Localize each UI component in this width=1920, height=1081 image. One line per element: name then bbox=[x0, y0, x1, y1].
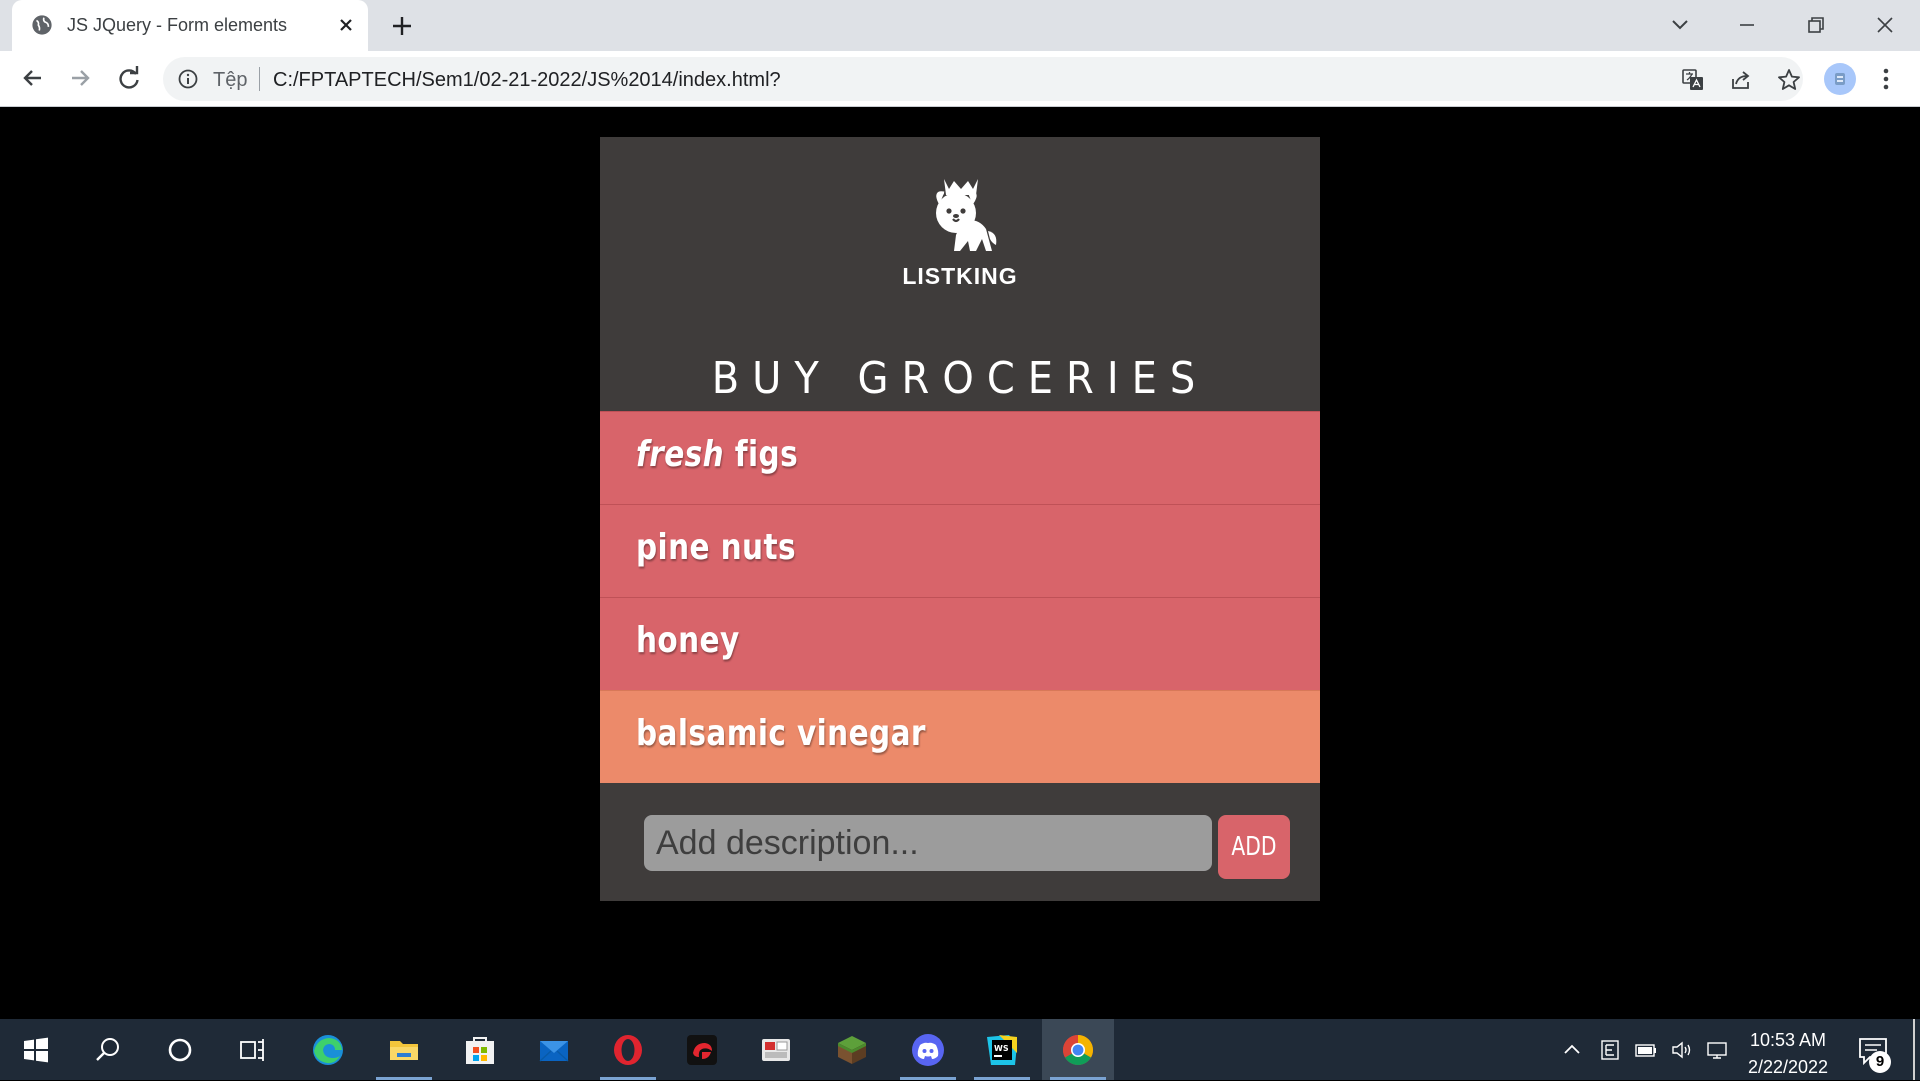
close-window-icon[interactable] bbox=[1870, 10, 1900, 40]
chrome-icon bbox=[1062, 1035, 1094, 1066]
file-explorer-icon bbox=[390, 1041, 418, 1060]
garena-icon bbox=[687, 1035, 717, 1065]
list-item[interactable]: pine nuts bbox=[600, 504, 1320, 597]
clock-time: 10:53 AM bbox=[1749, 1030, 1827, 1050]
taskbar-cortana[interactable] bbox=[144, 1019, 216, 1080]
url-text[interactable]: C:/FPTAPTECH/Sem1/02-21-2022/JS%2014/ind… bbox=[273, 69, 781, 92]
taskbar-task-view[interactable] bbox=[216, 1019, 288, 1080]
taskbar-store[interactable] bbox=[444, 1019, 516, 1080]
task-view-icon bbox=[240, 1039, 264, 1061]
info-icon[interactable] bbox=[177, 68, 199, 90]
taskbar-webstorm[interactable]: WS bbox=[966, 1019, 1038, 1080]
svg-text:WS: WS bbox=[994, 1044, 1009, 1053]
omnibox-divider bbox=[259, 67, 260, 91]
restore-icon[interactable] bbox=[1801, 10, 1831, 40]
browser-toolbar: Tệp C:/FPTAPTECH/Sem1/02-21-2022/JS%2014… bbox=[0, 51, 1920, 107]
taskbar-chrome[interactable] bbox=[1042, 1019, 1114, 1080]
logo-text: LISTKING bbox=[902, 263, 1018, 289]
list-item-label: pine nuts bbox=[636, 527, 796, 568]
minimize-icon[interactable] bbox=[1732, 10, 1762, 40]
notification-count-badge: 9 bbox=[1869, 1051, 1891, 1073]
share-icon[interactable] bbox=[1728, 67, 1754, 93]
start-icon bbox=[24, 1037, 48, 1063]
list-item-label: honey bbox=[636, 620, 740, 661]
taskbar-unikey[interactable] bbox=[740, 1019, 812, 1080]
add-item-form: ADD bbox=[600, 783, 1320, 901]
list-item-label: balsamic vinegar bbox=[636, 713, 926, 754]
discord-icon bbox=[912, 1034, 944, 1066]
translate-icon[interactable] bbox=[1680, 67, 1706, 93]
tab-search-icon[interactable] bbox=[1665, 10, 1695, 40]
scheme-label: Tệp bbox=[213, 69, 248, 91]
mail-icon bbox=[539, 1041, 569, 1062]
taskbar-mail[interactable] bbox=[518, 1019, 590, 1080]
address-bar[interactable]: Tệp C:/FPTAPTECH/Sem1/02-21-2022/JS%2014… bbox=[163, 57, 1803, 101]
back-icon[interactable] bbox=[17, 63, 47, 93]
taskbar-discord[interactable] bbox=[892, 1019, 964, 1080]
taskbar-search[interactable] bbox=[72, 1019, 144, 1080]
more-menu-icon[interactable] bbox=[1874, 63, 1898, 95]
edge-icon bbox=[313, 1035, 343, 1065]
bookmark-star-icon[interactable] bbox=[1776, 67, 1802, 93]
tab-strip: JS JQuery - Form elements bbox=[0, 0, 1920, 51]
taskbar-minecraft[interactable] bbox=[816, 1019, 888, 1080]
grocery-list: fresh figs pine nuts honey balsamic vine… bbox=[600, 411, 1320, 783]
chevron-up-icon[interactable] bbox=[1560, 1038, 1584, 1062]
reload-icon[interactable] bbox=[114, 63, 144, 93]
network-icon[interactable] bbox=[1706, 1038, 1730, 1062]
add-button[interactable]: ADD bbox=[1218, 815, 1290, 879]
description-input[interactable] bbox=[644, 815, 1212, 871]
lion-logo-icon bbox=[936, 179, 997, 251]
windows-taskbar: WS 10:53 AM 2/22/2022 9 bbox=[0, 1019, 1920, 1080]
globe-icon bbox=[32, 15, 52, 35]
taskbar-file-explorer[interactable] bbox=[368, 1019, 440, 1080]
input-language-icon[interactable] bbox=[1598, 1038, 1622, 1062]
volume-icon[interactable] bbox=[1670, 1038, 1694, 1062]
list-item-completed[interactable]: balsamic vinegar bbox=[600, 690, 1320, 783]
app-header: LISTKING BUY GROCERIES bbox=[600, 137, 1320, 411]
cortana-icon bbox=[168, 1038, 192, 1062]
list-item-text: fresh figs bbox=[636, 434, 798, 475]
forward-icon[interactable] bbox=[66, 63, 96, 93]
list-item-label: figs bbox=[724, 434, 799, 475]
tab-title: JS JQuery - Form elements bbox=[67, 15, 288, 35]
clock-date: 2/22/2022 bbox=[1747, 1057, 1829, 1077]
taskbar-edge[interactable] bbox=[292, 1019, 364, 1080]
battery-icon[interactable] bbox=[1634, 1038, 1658, 1062]
taskbar-opera[interactable] bbox=[592, 1019, 664, 1080]
start-button[interactable] bbox=[0, 1019, 72, 1080]
minecraft-icon bbox=[838, 1036, 866, 1064]
profile-avatar[interactable] bbox=[1824, 63, 1856, 95]
taskbar-garena[interactable] bbox=[666, 1019, 738, 1080]
page-viewport: LISTKING BUY GROCERIES fresh figs pine n… bbox=[0, 107, 1920, 1019]
unikey-icon bbox=[762, 1039, 790, 1061]
browser-tab[interactable]: JS JQuery - Form elements bbox=[12, 0, 368, 51]
profile-icon bbox=[1835, 73, 1845, 85]
close-icon[interactable] bbox=[334, 13, 358, 37]
list-item[interactable]: honey bbox=[600, 597, 1320, 690]
system-clock[interactable]: 10:53 AM 2/22/2022 bbox=[1730, 1027, 1846, 1081]
add-button-label: ADD bbox=[1231, 832, 1277, 862]
list-title: BUY GROCERIES bbox=[711, 353, 1209, 404]
show-desktop-button[interactable] bbox=[1913, 1019, 1915, 1080]
store-icon bbox=[466, 1037, 494, 1064]
new-tab-icon[interactable] bbox=[388, 12, 416, 40]
search-icon bbox=[96, 1038, 119, 1061]
list-item-emphasis: fresh bbox=[636, 434, 725, 475]
listking-app: LISTKING BUY GROCERIES fresh figs pine n… bbox=[600, 137, 1320, 901]
list-item[interactable]: fresh figs bbox=[600, 411, 1320, 504]
opera-icon bbox=[614, 1035, 642, 1065]
webstorm-icon: WS bbox=[987, 1035, 1017, 1065]
